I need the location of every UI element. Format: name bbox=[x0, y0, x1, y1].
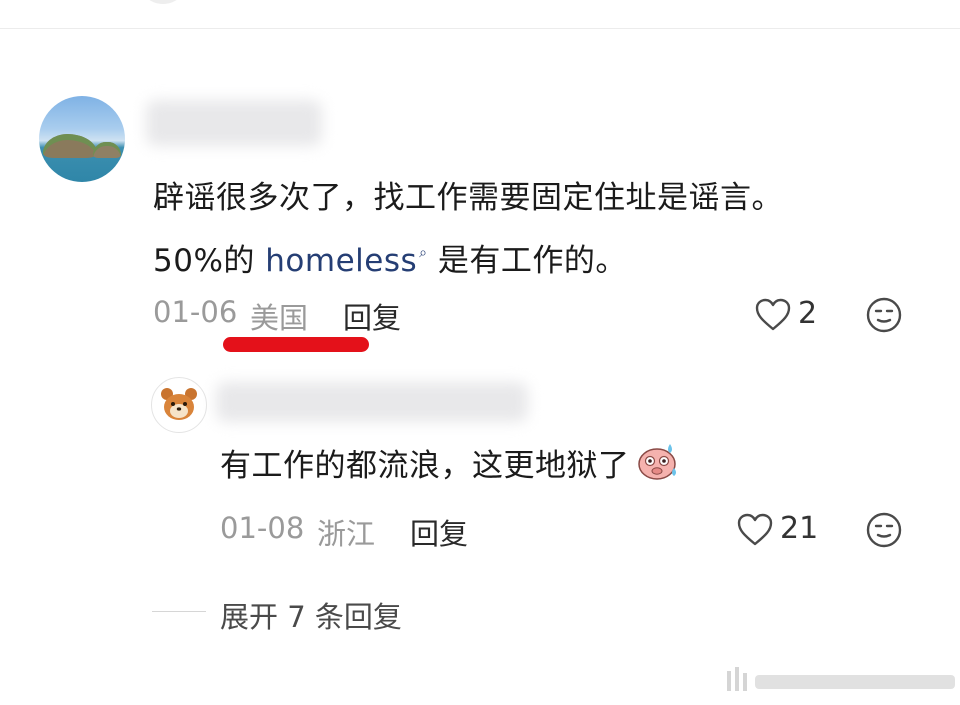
comment-text-suffix: 是有工作的。 bbox=[427, 243, 627, 279]
highlight-underline bbox=[223, 337, 369, 352]
reply-text: 有工作的都流浪，这更地狱了 bbox=[220, 438, 680, 500]
emoji-face-icon[interactable] bbox=[865, 296, 903, 334]
comment-location: 美国 bbox=[250, 301, 309, 335]
avatar-rock bbox=[93, 142, 121, 158]
expand-divider bbox=[152, 611, 206, 612]
reply-button[interactable]: 回复 bbox=[410, 511, 468, 553]
reply-date: 01-08 bbox=[220, 511, 305, 545]
sweating-pig-emoji bbox=[634, 440, 680, 500]
avatar-rock bbox=[43, 134, 97, 158]
hamster-icon[interactable] bbox=[151, 377, 207, 433]
comment-text-line2: 50%的 homeless ⌕ 是有工作的。 bbox=[153, 225, 627, 289]
reply-text-content: 有工作的都流浪，这更地狱了 bbox=[220, 448, 630, 484]
reply-location: 浙江 bbox=[317, 517, 376, 551]
like-count: 21 bbox=[780, 511, 819, 546]
divider bbox=[0, 28, 960, 29]
commenter-username-blurred[interactable] bbox=[146, 100, 322, 146]
homeless-link[interactable]: homeless bbox=[265, 243, 417, 279]
comment-text-prefix: 50%的 bbox=[153, 243, 266, 279]
heart-outline-icon[interactable] bbox=[754, 297, 792, 333]
watermark bbox=[725, 665, 957, 695]
comment-date: 01-06 bbox=[153, 295, 238, 329]
reply-username-blurred[interactable] bbox=[216, 382, 528, 422]
like-count: 2 bbox=[798, 296, 818, 331]
comment-text-line1: 辟谣很多次了，找工作需要固定住址是谣言。 bbox=[153, 180, 783, 216]
commenter-avatar[interactable] bbox=[39, 96, 125, 182]
emoji-face-icon[interactable] bbox=[865, 511, 903, 549]
expand-replies-button[interactable]: 展开 7 条回复 bbox=[220, 594, 402, 636]
heart-outline-icon[interactable] bbox=[736, 512, 774, 548]
reply-button[interactable]: 回复 bbox=[343, 295, 401, 337]
previous-avatar-edge bbox=[138, 0, 188, 4]
